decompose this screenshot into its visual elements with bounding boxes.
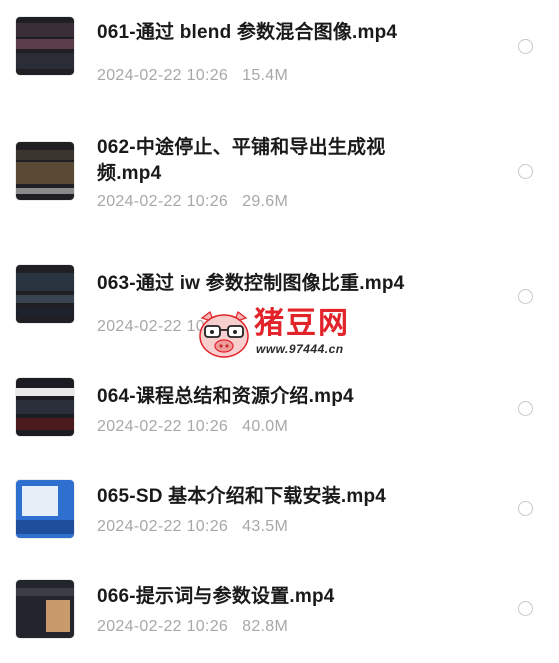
file-name: 063-通过 iw 参数控制图像比重.mp4 <box>97 273 405 294</box>
file-meta: 2024-02-22 10:26 82.8M <box>97 618 288 636</box>
file-date: 2024-02-22 10:26 <box>97 193 229 210</box>
video-thumbnail[interactable] <box>16 17 74 75</box>
file-meta: 2024-02-22 10:26 40.0M <box>97 418 288 436</box>
file-name: 066-提示词与参数设置.mp4 <box>97 586 335 607</box>
video-thumbnail[interactable] <box>16 580 74 638</box>
file-row[interactable]: 066-提示词与参数设置.mp4 2024-02-22 10:26 82.8M <box>0 561 559 661</box>
file-meta: 2024-02-22 10:26 29.6M <box>97 193 288 211</box>
file-size: 82.8M <box>242 618 289 635</box>
file-name: 062-中途停止、平铺和导出生成视频.mp4 <box>97 137 386 184</box>
file-date: 2024-02-22 10:26 <box>97 418 229 435</box>
select-radio[interactable] <box>518 39 533 54</box>
file-meta: 2024-02-22 10:26 15.4M <box>97 67 288 85</box>
file-name: 065-SD 基本介绍和下载安装.mp4 <box>97 486 387 507</box>
file-size: 40.0M <box>242 418 289 435</box>
file-size: 29.6M <box>242 193 289 210</box>
file-name: 064-课程总结和资源介绍.mp4 <box>97 386 354 407</box>
file-size: 43.5M <box>242 518 289 535</box>
video-thumbnail[interactable] <box>16 142 74 200</box>
video-thumbnail[interactable] <box>16 265 74 323</box>
select-radio[interactable] <box>518 501 533 516</box>
file-row[interactable]: 064-课程总结和资源介绍.mp4 2024-02-22 10:26 40.0M <box>0 361 559 461</box>
file-date: 2024-02-22 10:26 <box>97 318 229 335</box>
file-date: 2024-02-22 10:26 <box>97 518 229 535</box>
file-date: 2024-02-22 10:26 <box>97 67 229 84</box>
select-radio[interactable] <box>518 401 533 416</box>
select-radio[interactable] <box>518 164 533 179</box>
file-meta: 2024-02-22 10:26 <box>97 318 242 336</box>
video-thumbnail[interactable] <box>16 480 74 538</box>
select-radio[interactable] <box>518 601 533 616</box>
file-row[interactable]: 061-通过 blend 参数混合图像.mp4 2024-02-22 10:26… <box>0 0 559 100</box>
video-thumbnail[interactable] <box>16 378 74 436</box>
file-name: 061-通过 blend 参数混合图像.mp4 <box>97 22 398 43</box>
file-size: 15.4M <box>242 67 289 84</box>
select-radio[interactable] <box>518 289 533 304</box>
file-row[interactable]: 065-SD 基本介绍和下载安装.mp4 2024-02-22 10:26 43.… <box>0 461 559 561</box>
file-meta: 2024-02-22 10:26 43.5M <box>97 518 288 536</box>
file-list: 061-通过 blend 参数混合图像.mp4 2024-02-22 10:26… <box>0 0 559 663</box>
file-date: 2024-02-22 10:26 <box>97 618 229 635</box>
file-row[interactable]: 062-中途停止、平铺和导出生成视频.mp4 2024-02-22 10:26 2… <box>0 124 559 224</box>
file-row[interactable]: 063-通过 iw 参数控制图像比重.mp4 2024-02-22 10:26 <box>0 248 559 348</box>
